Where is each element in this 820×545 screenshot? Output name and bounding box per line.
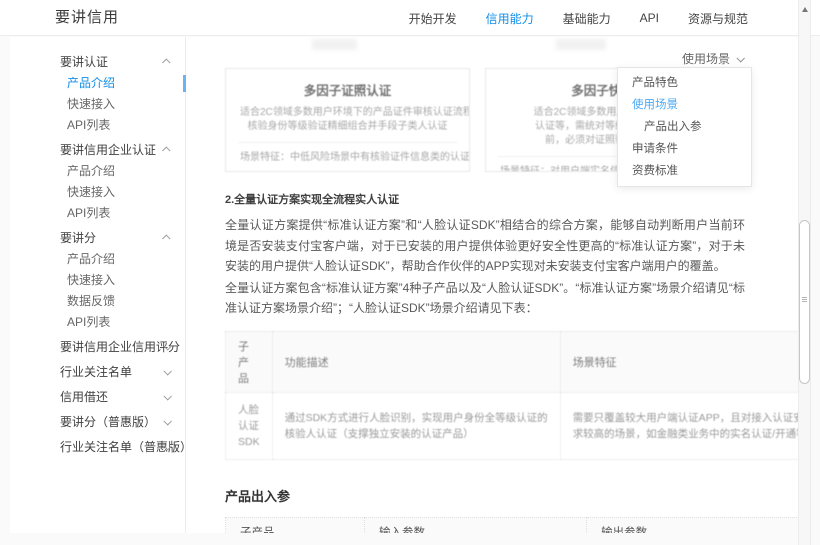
sidebar-group-label: 行业关注名单 [60,365,133,379]
sidebar-group-renzheng[interactable]: 要讲认证 [10,52,185,73]
vertical-scrollbar[interactable] [798,0,811,545]
scroll-up-arrow-icon[interactable] [802,7,808,12]
sidebar-group-label: 要讲分 [60,231,97,245]
scene-dropdown-menu: 产品特色 使用场景 产品出入参 申请条件 资费标准 [617,67,752,187]
chevron-down-icon [163,392,172,401]
io-params-table: 子产品 输入参数 输出参数 多因子人脸认证 多因子证照和人脸认证 多因子证照认证… [225,516,798,533]
main-panel: 要讲认证 产品介绍 快速接入 API列表 要讲信用企业认证 产品介绍 快速接入 … [10,37,798,533]
cell-function-desc: 通过SDK方式进行人脸识别，实现用户身份全等级认证的 核验人认证（支撑独立安装的… [271,391,561,460]
nav-item-start-dev[interactable]: 开始开发 [409,10,457,27]
card-multi-factor-certificate-auth[interactable]: 多因子证照认证 适合2C领域多数用户环境下的产品证件审核认证流程，进行证照识别，… [225,68,470,172]
sidebar-group-label: 要讲认证 [60,55,109,69]
sidebar-item-quick-access[interactable]: 快速接入 [10,94,185,115]
sidebar-item-data-feedback[interactable]: 数据反馈 [10,291,185,312]
chevron-up-icon [162,234,171,243]
menu-item-pricing-standard[interactable]: 资费标准 [618,165,751,178]
nav-item-credit-ability[interactable]: 信用能力 [486,10,534,27]
content-area: 使用场景 多因子证照认证 适合2C领域多数用户环境下的产品证件审核认证流程，进行… [186,37,798,533]
cell-line: 需要只覆盖较大用户端认证APP，且对接入认证安全性要 [572,411,798,424]
sidebar-group-enterprise-auth[interactable]: 要讲信用企业认证 [10,140,185,161]
sidebar-item-product-intro[interactable]: 产品介绍 [10,249,185,270]
menu-item-product-io-params[interactable]: 产品出入参 [618,121,751,134]
sidebar-group-credit-borrow[interactable]: 信用借还 [10,387,185,408]
sidebar-item-product-intro[interactable]: 产品介绍 [10,161,185,182]
nav-item-api[interactable]: API [640,11,659,25]
nav-item-basic-ability[interactable]: 基础能力 [563,10,611,27]
menu-item-product-features[interactable]: 产品特色 [618,77,751,90]
cell-subproduct: 人脸认证SDK [225,391,273,460]
top-nav: 开始开发 信用能力 基础能力 API 资源与规范 [409,0,748,36]
sidebar-group-score-puhui[interactable]: 要讲分（普惠版） [10,412,185,433]
sidebar-item-quick-access[interactable]: 快速接入 [10,182,185,203]
card-title: 多因子证照认证 [303,84,392,98]
card-description: 适合2C领域多数用户环境下的产品证件审核认证流程，进行证照识别，需先 核验身份等… [240,106,469,134]
chevron-down-icon [736,53,745,63]
paragraph-full-auth-1: 全量认证方案提供“标准认证方案”和“人脸认证SDK”相结合的综合方案，能够自动判… [225,218,745,273]
sidebar-item-label: 快速接入 [67,97,116,111]
table-row: 人脸认证SDK 通过SDK方式进行人脸识别，实现用户身份全等级认证的 核验人认证… [225,391,798,460]
sidebar-item-label: API列表 [67,315,111,329]
chevron-down-icon [163,367,172,376]
chevron-up-icon [162,58,171,67]
sidebar-item-label: API列表 [67,206,111,220]
cell-line: 求较高的场景，如金融类业务中的实名认证/开通等场景 [572,427,798,440]
paragraph-full-auth-2: 全量认证方案包含“标准认证方案”4种子产品以及“人脸认证SDK”。“标准认证方案… [225,280,745,316]
scrollbar-grip-icon [802,297,807,303]
face-auth-sdk-table: 子产品 功能描述 场景特征 人脸认证SDK 通过SDK方式进行人脸识别，实现用户… [225,330,798,460]
sidebar-group-label: 要讲信用企业认证 [60,143,157,157]
card-footer: 场景特征：中低风险场景中有核验证件信息类的认证场景 [240,151,470,165]
nav-item-resources[interactable]: 资源与规范 [688,10,748,27]
col-header-input-params: 输入参数 [363,516,588,533]
cell-line: 核验人认证（支撑独立安装的认证产品） [284,427,474,440]
section-heading-io-params: 产品出入参 [225,488,291,504]
card-divider [238,142,457,143]
sidebar-item-api-list[interactable]: API列表 [10,203,185,224]
sidebar-group-enterprise-score[interactable]: 要讲信用企业信用评分 [10,337,185,358]
sidebar-item-label: 快速接入 [67,273,116,287]
chevron-down-icon [163,417,172,426]
card-footer-line: 场景特征：中低风险场景中有核验证件信息类的认证场景 [240,152,470,163]
scrollbar-thumb[interactable] [799,220,810,384]
col-header-subproduct: 子产品 [225,330,273,393]
sidebar-item-label: API列表 [67,118,111,132]
menu-item-usage-scenarios[interactable]: 使用场景 [618,99,751,112]
sidebar-item-label: 数据反馈 [67,294,116,308]
sidebar-item-label: 产品介绍 [67,252,116,266]
cell-line: 通过SDK方式进行人脸识别，实现用户身份全等级认证的 [284,411,548,424]
sidebar-item-api-list[interactable]: API列表 [10,312,185,333]
sidebar-group-score[interactable]: 要讲分 [10,228,185,249]
chevron-up-icon [162,146,171,155]
menu-item-application-conditions[interactable]: 申请条件 [618,143,751,156]
top-header: 要讲信用 开始开发 信用能力 基础能力 API 资源与规范 [0,0,820,36]
scene-dropdown-trigger[interactable]: 使用场景 [681,50,745,67]
card-desc-line: 适合2C领域多数用户环境下的产品证件审核认证流程，进行证照识别，需先 [240,107,469,118]
table-header-row: 子产品 输入参数 输出参数 [225,516,798,533]
col-header-subproduct: 子产品 [225,516,365,533]
card-desc-line: 核验身份等级验证精细组合并手段子类人认证 [247,121,448,132]
site-logo[interactable]: 要讲信用 [55,0,119,36]
sidebar-group-label: 要讲分（普惠版） [60,415,157,429]
clipped-section-remnant [556,39,606,50]
col-header-function-desc: 功能描述 [271,330,561,393]
sidebar-item-api-list[interactable]: API列表 [10,115,185,136]
sidebar: 要讲认证 产品介绍 快速接入 API列表 要讲信用企业认证 产品介绍 快速接入 … [10,37,192,533]
sidebar-item-product-intro[interactable]: 产品介绍 [10,73,186,94]
sidebar-item-label: 快速接入 [67,185,116,199]
scene-dropdown-label: 使用场景 [681,52,730,66]
sidebar-group-watchlist[interactable]: 行业关注名单 [10,362,185,383]
clipped-section-remnant [312,39,357,50]
col-header-scene-features: 场景特征 [559,330,798,393]
sidebar-item-label: 产品介绍 [67,164,116,178]
table-header-row: 子产品 功能描述 场景特征 [225,330,798,393]
sidebar-group-label: 要讲信用企业信用评分 [60,340,181,354]
sidebar-item-quick-access[interactable]: 快速接入 [10,270,185,291]
sidebar-group-label: 行业关注名单（普惠版） [60,440,193,454]
sidebar-group-label: 信用借还 [60,390,109,404]
sidebar-group-watchlist-puhui[interactable]: 行业关注名单（普惠版） [10,437,192,458]
sidebar-item-label: 产品介绍 [67,76,116,90]
section-heading-full-auth: 2.全量认证方案实现全流程实人认证 [225,194,400,206]
col-header-output-params: 输出参数 [586,516,798,533]
cell-scene-features: 需要只覆盖较大用户端认证APP，且对接入认证安全性要 求较高的场景，如金融类业务… [559,391,798,460]
